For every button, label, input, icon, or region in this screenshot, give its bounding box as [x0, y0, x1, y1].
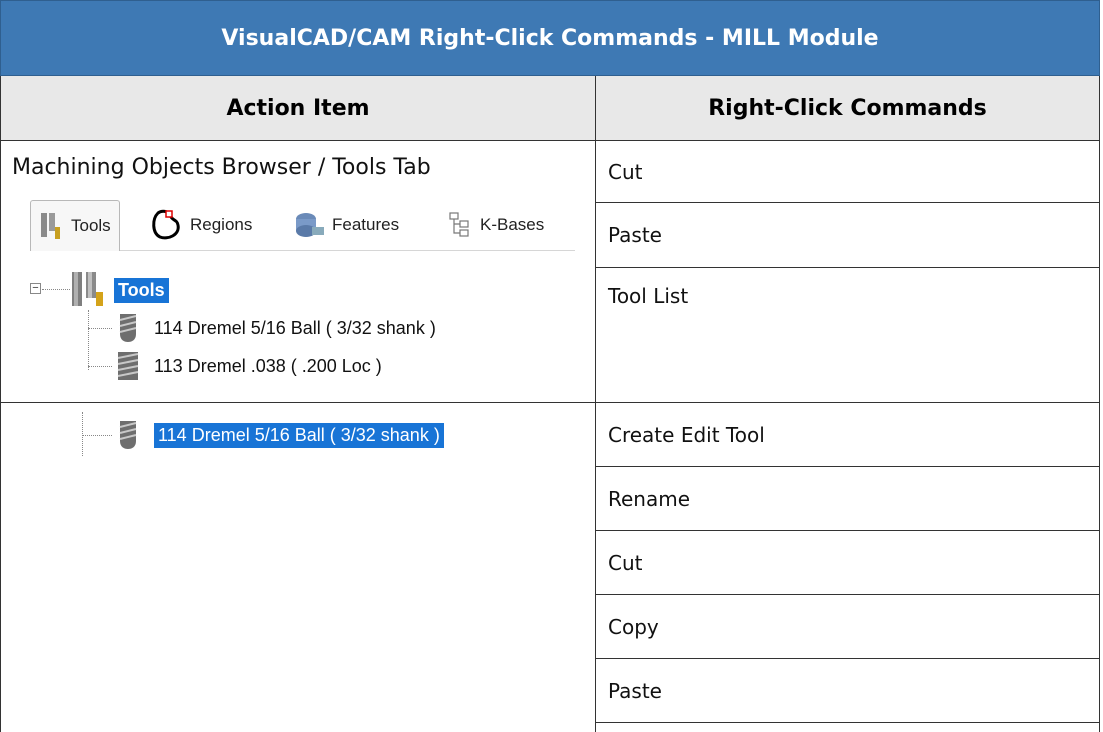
action-item-label: Machining Objects Browser / Tools Tab — [12, 155, 431, 180]
table-right-border — [1099, 141, 1100, 732]
tree-connector — [82, 435, 112, 436]
tab-regions-label: Regions — [190, 215, 253, 234]
command-tool-list: Tool List — [608, 284, 689, 308]
tab-features-label: Features — [332, 215, 400, 234]
command-copy: Copy — [596, 595, 1099, 659]
tree-branch-line — [88, 310, 89, 370]
column-header-action-item: Action Item — [0, 76, 595, 141]
regions-icon — [152, 209, 180, 240]
tree-item-selected-tool[interactable]: 114 Dremel 5/16 Ball ( 3/32 shank ) — [114, 419, 444, 451]
k-bases-icon — [449, 212, 469, 237]
tree-root-tools[interactable]: Tools — [68, 270, 169, 310]
tab-k-bases-label: K-Bases — [480, 215, 545, 234]
tools-icon — [41, 213, 60, 239]
browser-tab-strip: Tools Regions Features K-Bases — [30, 198, 575, 251]
tree-root-label: Tools — [114, 277, 169, 303]
column-header-right-click-commands: Right-Click Commands — [595, 76, 1100, 141]
ball-endmill-icon — [119, 314, 137, 342]
tree-connector — [88, 328, 112, 329]
tree-item-label: 114 Dremel 5/16 Ball ( 3/32 shank ) — [154, 317, 436, 338]
tree-connector — [88, 366, 112, 367]
tools-root-icon — [72, 272, 103, 306]
ball-endmill-icon — [119, 421, 137, 449]
command-paste: Paste — [596, 203, 1099, 268]
flat-endmill-icon — [117, 352, 139, 380]
tab-features[interactable]: Features — [292, 202, 399, 248]
command-create-edit-tool: Create Edit Tool — [596, 403, 1099, 467]
tab-tools[interactable]: Tools — [30, 200, 120, 251]
command-cut-2: Cut — [596, 531, 1099, 595]
tree-connector — [42, 289, 70, 290]
collapse-toggle[interactable]: − — [30, 283, 41, 294]
features-icon — [296, 213, 324, 237]
command-paste-2: Paste — [596, 659, 1099, 723]
tab-tools-label: Tools — [71, 216, 111, 235]
tab-k-bases[interactable]: K-Bases — [448, 202, 544, 248]
tree-branch-line — [82, 412, 83, 456]
tree-item-tool-113[interactable]: 113 Dremel .038 ( .200 Loc ) — [114, 350, 382, 382]
selected-tool-label: 114 Dremel 5/16 Ball ( 3/32 shank ) — [154, 422, 444, 448]
page: VisualCAD/CAM Right-Click Commands - MIL… — [0, 0, 1103, 732]
tree-item-tool-114[interactable]: 114 Dremel 5/16 Ball ( 3/32 shank ) — [114, 312, 436, 344]
command-cut: Cut — [596, 141, 1099, 203]
command-rename: Rename — [596, 467, 1099, 531]
tab-regions[interactable]: Regions — [150, 202, 252, 248]
tree-item-label: 113 Dremel .038 ( .200 Loc ) — [154, 355, 382, 376]
table-title: VisualCAD/CAM Right-Click Commands - MIL… — [0, 0, 1100, 76]
